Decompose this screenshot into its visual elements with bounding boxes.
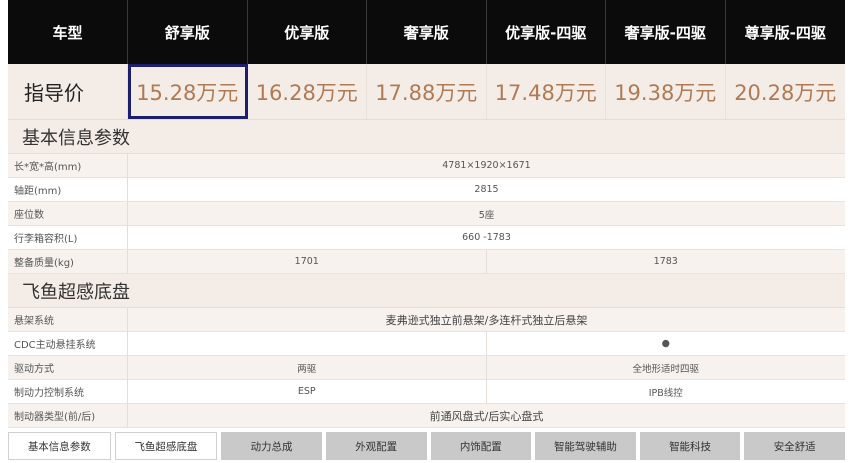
tab-driving-assist[interactable]: 智能驾驶辅助 bbox=[535, 432, 636, 460]
price-cell-4[interactable]: 17.48万元 bbox=[487, 64, 606, 119]
tab-smart-tech[interactable]: 智能科技 bbox=[639, 432, 741, 460]
price-cell-6[interactable]: 20.28万元 bbox=[726, 64, 846, 119]
model-column-label: 车型 bbox=[8, 0, 128, 64]
spec-row: 轴距(mm) 2815 bbox=[8, 178, 845, 202]
tab-powertrain[interactable]: 动力总成 bbox=[221, 432, 322, 460]
spec-value: 前通风盘式/后实心盘式 bbox=[429, 409, 544, 423]
spec-value: 1783 bbox=[653, 256, 678, 267]
spec-value: 5座 bbox=[478, 209, 495, 221]
section-tab-bar: 基本信息参数 飞鱼超感底盘 动力总成 外观配置 内饰配置 智能驾驶辅助 智能科技… bbox=[8, 432, 845, 460]
spec-row: 整备质量(kg) 1701 1783 bbox=[8, 250, 845, 274]
spec-row: 悬架系统 麦弗逊式独立前悬架/多连杆式独立后悬架 bbox=[8, 308, 845, 332]
model-header-3[interactable]: 奢享版 bbox=[367, 0, 487, 64]
spec-row: 座位数 5座 bbox=[8, 202, 845, 226]
tab-safety-comfort[interactable]: 安全舒适 bbox=[744, 432, 845, 460]
spec-label: 轴距(mm) bbox=[8, 178, 128, 201]
spec-label: CDC主动悬挂系统 bbox=[8, 332, 128, 355]
spec-value: 1701 bbox=[128, 250, 487, 273]
spec-value: ESP bbox=[128, 380, 487, 403]
section-title-chassis: 飞鱼超感底盘 bbox=[8, 274, 845, 308]
price-cell-2[interactable]: 16.28万元 bbox=[248, 64, 367, 119]
model-header-row: 车型 舒享版 优享版 奢享版 优享版-四驱 奢享版-四驱 尊享版-四驱 bbox=[8, 0, 845, 64]
model-header-2[interactable]: 优享版 bbox=[248, 0, 367, 64]
model-header-4[interactable]: 优享版-四驱 bbox=[487, 0, 606, 64]
tab-interior[interactable]: 内饰配置 bbox=[430, 432, 532, 460]
spec-row: 制动器类型(前/后) 前通风盘式/后实心盘式 bbox=[8, 404, 845, 428]
spec-label: 座位数 bbox=[8, 202, 128, 225]
spec-value: IPB线控 bbox=[648, 387, 683, 399]
spec-label: 整备质量(kg) bbox=[8, 250, 128, 273]
tab-basic-info[interactable]: 基本信息参数 bbox=[8, 432, 111, 460]
spec-row: 驱动方式 两驱 全地形适时四驱 bbox=[8, 356, 845, 380]
spec-table: 车型 舒享版 优享版 奢享版 优享版-四驱 奢享版-四驱 尊享版-四驱 指导价 … bbox=[8, 0, 845, 428]
spec-label: 驱动方式 bbox=[8, 356, 128, 379]
spec-label: 行李箱容积(L) bbox=[8, 226, 128, 249]
spec-row: 行李箱容积(L) 660 -1783 bbox=[8, 226, 845, 250]
spec-value: 麦弗逊式独立前悬架/多连杆式独立后悬架 bbox=[385, 313, 588, 327]
tab-exterior[interactable]: 外观配置 bbox=[325, 432, 427, 460]
spec-value: 660 -1783 bbox=[462, 232, 511, 243]
spec-label: 制动器类型(前/后) bbox=[8, 404, 128, 427]
spec-value: 2815 bbox=[474, 184, 499, 195]
spec-value: 4781×1920×1671 bbox=[442, 160, 531, 171]
spec-value: 全地形适时四驱 bbox=[632, 363, 699, 375]
section-title-basic: 基本信息参数 bbox=[8, 120, 845, 154]
guide-price-row: 指导价 15.28万元 16.28万元 17.88万元 17.48万元 19.3… bbox=[8, 64, 845, 120]
guide-price-label: 指导价 bbox=[8, 64, 128, 119]
spec-label: 制动力控制系统 bbox=[8, 380, 128, 403]
tab-chassis[interactable]: 飞鱼超感底盘 bbox=[114, 432, 218, 460]
model-header-6[interactable]: 尊享版-四驱 bbox=[726, 0, 846, 64]
spec-label: 长*宽*高(mm) bbox=[8, 154, 128, 177]
price-cell-1[interactable]: 15.28万元 bbox=[128, 64, 248, 119]
price-cell-3[interactable]: 17.88万元 bbox=[367, 64, 487, 119]
spec-row: CDC主动悬挂系统 ● bbox=[8, 332, 845, 356]
model-header-5[interactable]: 奢享版-四驱 bbox=[606, 0, 726, 64]
model-header-1[interactable]: 舒享版 bbox=[128, 0, 248, 64]
bullet-icon: ● bbox=[661, 338, 670, 349]
spec-value bbox=[128, 332, 487, 355]
spec-value: 两驱 bbox=[128, 356, 487, 379]
spec-row: 长*宽*高(mm) 4781×1920×1671 bbox=[8, 154, 845, 178]
spec-row: 制动力控制系统 ESP IPB线控 bbox=[8, 380, 845, 404]
price-cell-5[interactable]: 19.38万元 bbox=[606, 64, 726, 119]
spec-label: 悬架系统 bbox=[8, 308, 128, 331]
